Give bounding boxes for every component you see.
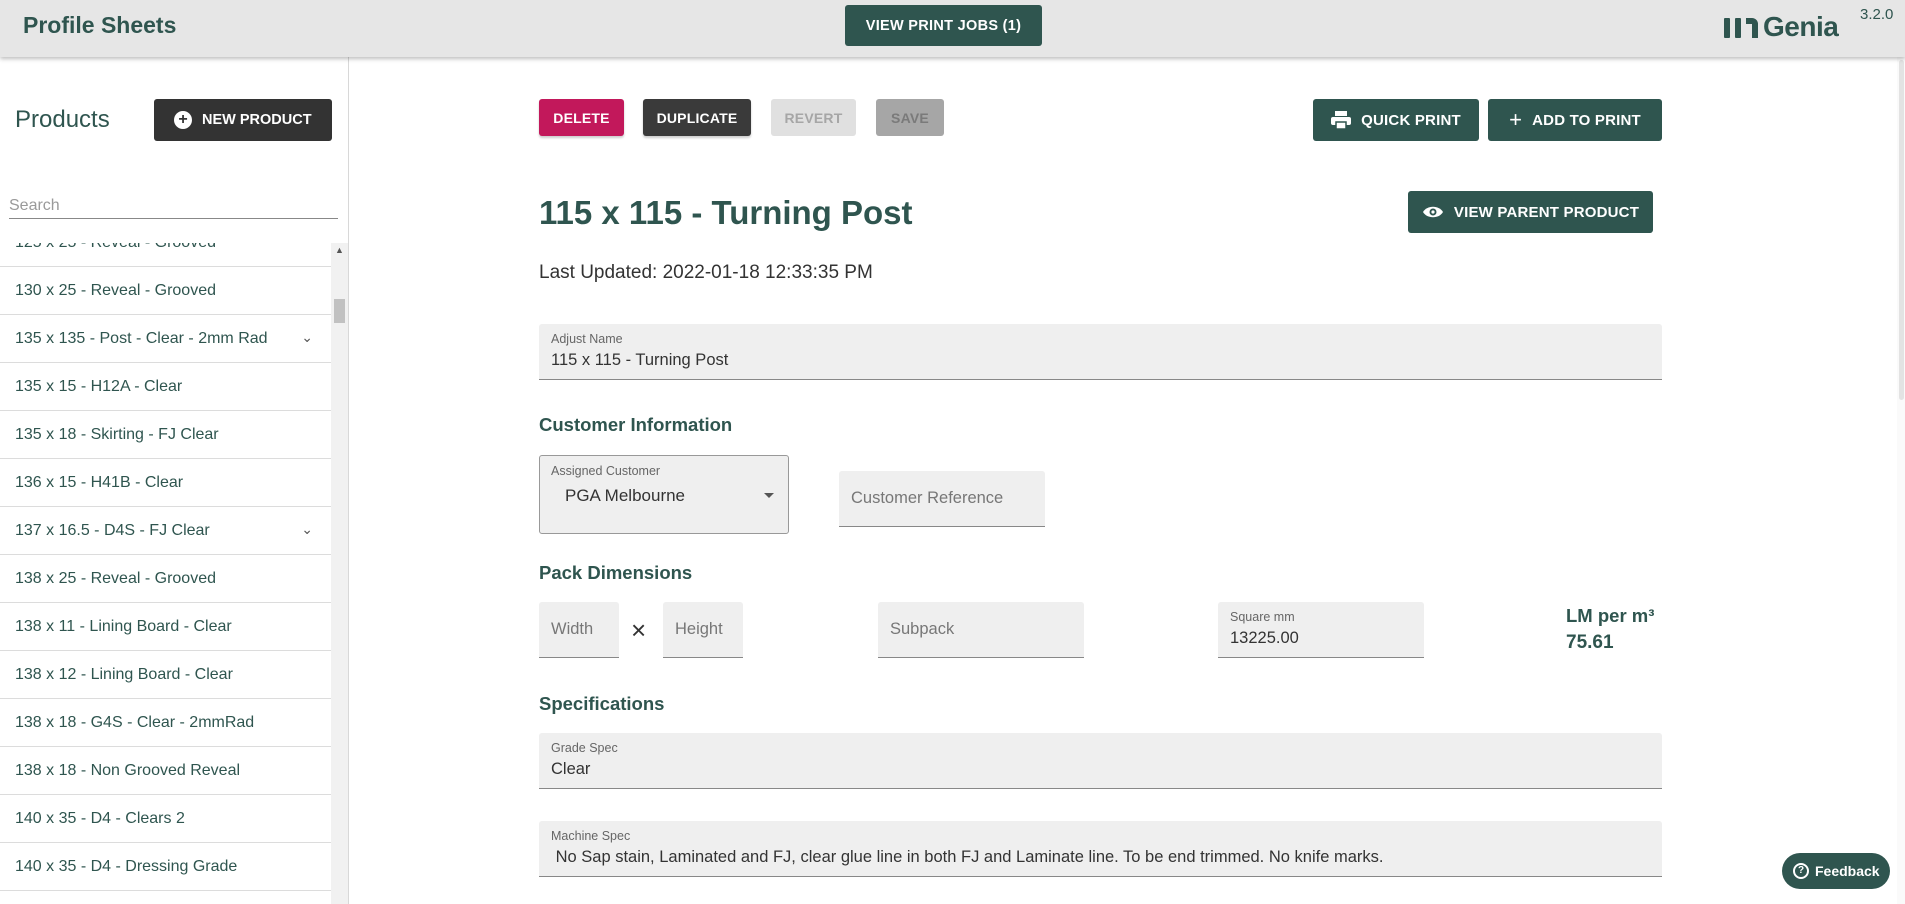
app-title: Profile Sheets [23, 12, 177, 38]
adjust-name-value: 115 x 115 - Turning Post [551, 351, 729, 369]
width-placeholder: Width [551, 620, 594, 638]
scroll-up-arrow-icon[interactable]: ▲ [335, 245, 344, 255]
chevron-down-icon[interactable]: ⌄ [301, 521, 313, 538]
customer-reference-field[interactable]: Customer Reference [839, 471, 1045, 527]
list-item[interactable]: 135 x 15 - H12A - Clear [0, 363, 331, 411]
save-button[interactable]: SAVE [876, 99, 944, 136]
lm-per-m3-label: LM per m³ [1566, 605, 1655, 626]
products-sidebar: Products + NEW PRODUCT 125 x 25 - Reveal… [0, 57, 349, 904]
view-print-jobs-button[interactable]: VIEW PRINT JOBS (1) [845, 5, 1042, 46]
machine-spec-field[interactable]: Machine Spec No Sap stain, Laminated and… [539, 821, 1662, 877]
subpack-field[interactable]: Subpack [878, 602, 1084, 658]
list-item-label: 138 x 18 - Non Grooved Reveal [15, 761, 241, 779]
list-item-label: 125 x 25 - Reveal - Grooved [15, 243, 216, 252]
adjust-name-field[interactable]: Adjust Name 115 x 115 - Turning Post [539, 324, 1662, 380]
delete-button[interactable]: DELETE [539, 99, 624, 136]
square-mm-value: 13225.00 [1230, 629, 1299, 647]
list-item[interactable]: 140 x 35 - D4 - Dressing Grade [0, 843, 331, 891]
times-icon: × [631, 615, 647, 645]
list-item[interactable]: 138 x 18 - Non Grooved Reveal [0, 747, 331, 795]
pack-dimensions-heading: Pack Dimensions [539, 562, 693, 583]
list-item-label: 135 x 18 - Skirting - FJ Clear [15, 425, 219, 443]
list-item[interactable]: 138 x 25 - Reveal - Grooved [0, 555, 331, 603]
height-field[interactable]: Height [663, 602, 743, 658]
page-scrollbar-thumb[interactable] [1899, 60, 1904, 400]
search-input[interactable] [9, 193, 338, 219]
printer-icon [1331, 111, 1352, 129]
list-item-label: 138 x 25 - Reveal - Grooved [15, 569, 216, 587]
list-item-label: 138 x 18 - G4S - Clear - 2mmRad [15, 713, 255, 731]
grade-spec-field[interactable]: Grade Spec Clear [539, 733, 1662, 789]
assigned-customer-value: PGA Melbourne [565, 486, 686, 505]
list-item[interactable]: 138 x 11 - Lining Board - Clear [0, 603, 331, 651]
machine-spec-value: No Sap stain, Laminated and FJ, clear gl… [551, 848, 1384, 866]
plus-icon: + [1509, 107, 1523, 132]
square-mm-field[interactable]: Square mm 13225.00 [1218, 602, 1424, 658]
genia-logo-icon [1724, 18, 1758, 38]
machine-spec-label: Machine Spec [551, 829, 631, 843]
last-updated-text: Last Updated: 2022-01-18 12:33:35 PM [539, 262, 873, 283]
quick-print-label: QUICK PRINT [1361, 111, 1461, 129]
add-circle-icon: + [174, 111, 192, 129]
help-circle-icon: ? [1793, 863, 1809, 879]
sidebar-title: Products [15, 106, 110, 133]
specifications-heading: Specifications [539, 693, 665, 714]
list-item[interactable]: 136 x 15 - H41B - Clear [0, 459, 331, 507]
dropdown-caret-icon [764, 493, 774, 498]
list-item-label: 140 x 35 - D4 - Clears 2 [15, 809, 185, 827]
chevron-down-icon[interactable]: ⌄ [301, 329, 313, 346]
list-scrollbar-thumb[interactable] [334, 299, 345, 323]
assigned-customer-select[interactable]: Assigned Customer PGA Melbourne [539, 455, 789, 534]
list-item[interactable]: 137 x 16.5 - D4S - FJ Clear ⌄ [0, 507, 331, 555]
product-list: 125 x 25 - Reveal - Grooved 130 x 25 - R… [0, 243, 331, 904]
top-app-bar: Profile Sheets VIEW PRINT JOBS (1) Genia… [0, 0, 1905, 57]
adjust-name-label: Adjust Name [551, 332, 623, 346]
list-item[interactable]: 140 x 35 - D4 - Clears 2 [0, 795, 331, 843]
assigned-customer-label: Assigned Customer [551, 464, 661, 478]
list-item-label: 130 x 25 - Reveal - Grooved [15, 281, 216, 299]
customer-reference-placeholder: Customer Reference [851, 489, 1004, 507]
square-mm-label: Square mm [1230, 610, 1295, 624]
view-parent-product-label: VIEW PARENT PRODUCT [1453, 203, 1640, 221]
feedback-button[interactable]: ? Feedback [1782, 853, 1890, 889]
list-item[interactable]: 138 x 12 - Lining Board - Clear [0, 651, 331, 699]
revert-button[interactable]: REVERT [771, 99, 856, 136]
list-item[interactable] [0, 891, 331, 904]
list-scrollbar[interactable] [331, 243, 348, 904]
list-item[interactable]: 130 x 25 - Reveal - Grooved [0, 267, 331, 315]
add-to-print-label: ADD TO PRINT [1532, 111, 1641, 129]
quick-print-button[interactable]: QUICK PRINT [1313, 99, 1479, 141]
logo-text: Genia [1763, 11, 1839, 42]
view-parent-product-button[interactable]: VIEW PARENT PRODUCT [1408, 191, 1653, 233]
subpack-placeholder: Subpack [890, 620, 955, 638]
list-item-label: 136 x 15 - H41B - Clear [15, 473, 184, 491]
list-item-label: 135 x 15 - H12A - Clear [15, 377, 183, 395]
lm-per-m3-value: 75.61 [1566, 632, 1614, 653]
page-title: 115 x 115 - Turning Post [539, 194, 913, 231]
add-to-print-button[interactable]: + ADD TO PRINT [1488, 99, 1662, 141]
genia-logo: Genia [1724, 11, 1839, 43]
width-field[interactable]: Width [539, 602, 619, 658]
list-item-label: 140 x 35 - D4 - Dressing Grade [15, 857, 238, 875]
list-item[interactable]: 138 x 18 - G4S - Clear - 2mmRad [0, 699, 331, 747]
list-item-label: 137 x 16.5 - D4S - FJ Clear [15, 521, 210, 539]
list-item[interactable]: 135 x 135 - Post - Clear - 2mm Rad ⌄ [0, 315, 331, 363]
list-item[interactable]: 125 x 25 - Reveal - Grooved [0, 243, 331, 267]
list-item[interactable]: 135 x 18 - Skirting - FJ Clear [0, 411, 331, 459]
grade-spec-label: Grade Spec [551, 741, 618, 755]
list-item-label: 138 x 11 - Lining Board - Clear [15, 617, 232, 635]
feedback-label: Feedback [1815, 863, 1880, 879]
grade-spec-value: Clear [551, 760, 591, 778]
eye-icon [1422, 206, 1443, 218]
new-product-button[interactable]: + NEW PRODUCT [154, 99, 332, 141]
app-version: 3.2.0 [1860, 6, 1894, 23]
new-product-label: NEW PRODUCT [202, 112, 312, 128]
list-item-label: 138 x 12 - Lining Board - Clear [15, 665, 233, 683]
duplicate-button[interactable]: DUPLICATE [643, 99, 751, 136]
height-placeholder: Height [675, 620, 723, 638]
customer-information-heading: Customer Information [539, 414, 733, 435]
list-item-label: 135 x 135 - Post - Clear - 2mm Rad [15, 329, 268, 347]
